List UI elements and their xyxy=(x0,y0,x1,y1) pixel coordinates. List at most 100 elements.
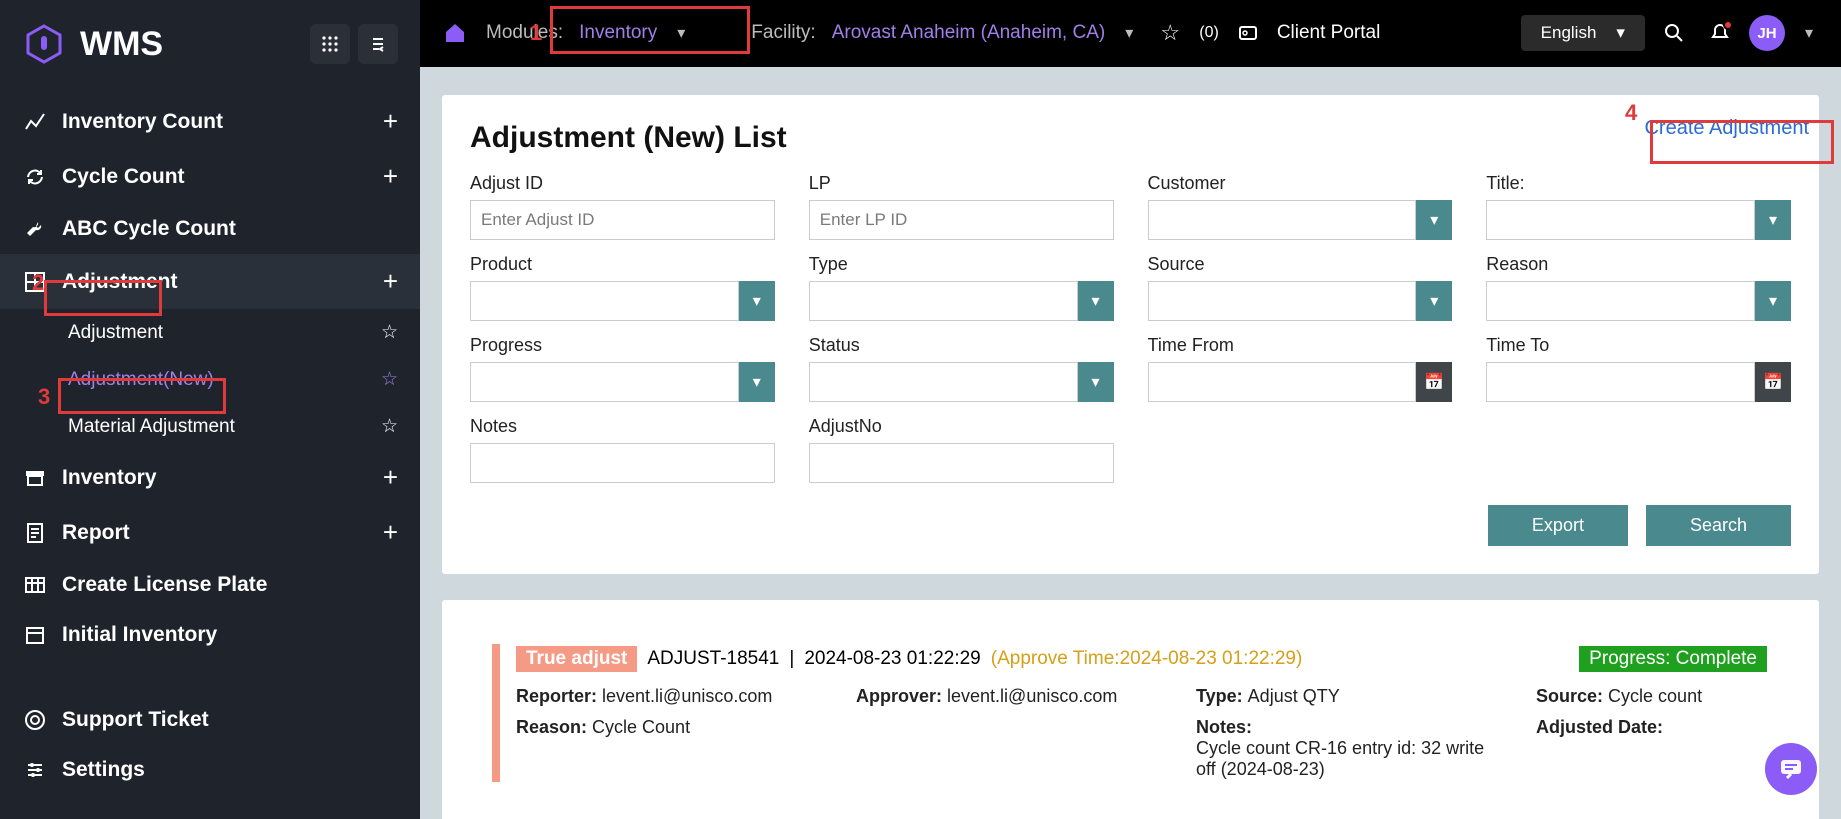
app-logo: WMS xyxy=(22,22,163,66)
notes-label-detail: Notes: xyxy=(1196,717,1252,737)
sidebar-item-label: Inventory Count xyxy=(62,110,223,134)
language-select[interactable]: English ▾ xyxy=(1521,15,1645,51)
chevron-down-icon[interactable]: ▾ xyxy=(1416,281,1452,321)
collapse-sidebar-button[interactable] xyxy=(358,24,398,64)
sidebar-item-inventory[interactable]: Inventory + xyxy=(0,450,420,505)
sidebar-item-label: Report xyxy=(62,521,130,545)
lp-input[interactable] xyxy=(809,200,1114,240)
status-select[interactable] xyxy=(809,362,1078,402)
expand-icon[interactable]: + xyxy=(383,517,398,548)
time-from-label: Time From xyxy=(1148,335,1453,356)
true-adjust-badge: True adjust xyxy=(516,646,637,672)
chevron-down-icon: ▾ xyxy=(1616,23,1625,43)
sidebar-sub-adjustment[interactable]: Adjustment ☆ xyxy=(0,309,420,356)
type-select[interactable] xyxy=(809,281,1078,321)
chevron-down-icon[interactable]: ▾ xyxy=(1755,281,1791,321)
grid-toggle-button[interactable] xyxy=(310,24,350,64)
title-select[interactable] xyxy=(1486,200,1755,240)
favorites-count: (0) xyxy=(1199,24,1219,42)
sidebar-item-initial-inventory[interactable]: Initial Inventory xyxy=(0,610,420,660)
source-select[interactable] xyxy=(1148,281,1417,321)
type-label-detail: Type: xyxy=(1196,686,1248,706)
chevron-down-icon[interactable]: ▾ xyxy=(739,362,775,402)
annotation-box-4 xyxy=(1650,120,1834,164)
home-icon[interactable] xyxy=(440,18,470,48)
notes-value: Cycle count CR-16 entry id: 32 write off… xyxy=(1196,738,1484,779)
chat-fab[interactable] xyxy=(1765,743,1817,795)
reason-select[interactable] xyxy=(1486,281,1755,321)
facility-label: Facility: xyxy=(751,22,815,44)
sidebar-item-label: Initial Inventory xyxy=(62,623,217,647)
sidebar-item-inventory-count[interactable]: Inventory Count + xyxy=(0,94,420,149)
export-button[interactable]: Export xyxy=(1488,505,1628,546)
chart-line-icon xyxy=(22,109,48,135)
notification-dot xyxy=(1723,20,1733,30)
product-label: Product xyxy=(470,254,775,275)
expand-icon[interactable]: + xyxy=(383,161,398,192)
sidebar-item-settings[interactable]: Settings xyxy=(0,745,420,795)
expand-icon[interactable]: + xyxy=(383,106,398,137)
star-icon[interactable]: ☆ xyxy=(381,415,398,438)
sidebar-item-label: ABC Cycle Count xyxy=(62,217,236,241)
progress-select[interactable] xyxy=(470,362,739,402)
adjust-id-input[interactable] xyxy=(470,200,775,240)
chevron-down-icon[interactable]: ▾ xyxy=(1805,23,1813,43)
sidebar-item-support-ticket[interactable]: Support Ticket xyxy=(0,695,420,745)
approve-time-value: (Approve Time:2024-08-23 01:22:29) xyxy=(991,648,1303,670)
adjustment-card[interactable]: True adjust ADJUST-18541 | 2024-08-23 01… xyxy=(464,622,1797,804)
star-icon[interactable]: ☆ xyxy=(381,368,398,391)
sidebar-item-abc-cycle-count[interactable]: ABC Cycle Count xyxy=(0,204,420,254)
client-portal-link[interactable]: Client Portal xyxy=(1277,22,1381,44)
search-icon[interactable] xyxy=(1657,16,1691,50)
sidebar-item-report[interactable]: Report + xyxy=(0,505,420,560)
chevron-down-icon[interactable]: ▾ xyxy=(1125,23,1133,43)
customer-select[interactable] xyxy=(1148,200,1417,240)
approver-value: levent.li@unisco.com xyxy=(947,686,1117,706)
notes-input[interactable] xyxy=(470,443,775,483)
search-button[interactable]: Search xyxy=(1646,505,1791,546)
chevron-down-icon[interactable]: ▾ xyxy=(739,281,775,321)
annotation-2: 2 xyxy=(32,270,44,296)
chevron-down-icon[interactable]: ▾ xyxy=(1078,281,1114,321)
document-icon xyxy=(22,520,48,546)
sidebar-item-label: Settings xyxy=(62,758,145,782)
time-from-input[interactable] xyxy=(1148,362,1417,402)
adjust-no-input[interactable] xyxy=(809,443,1114,483)
star-outline-icon[interactable]: ☆ xyxy=(1153,16,1187,50)
star-icon[interactable]: ☆ xyxy=(381,321,398,344)
source-label: Source xyxy=(1148,254,1453,275)
user-avatar[interactable]: JH xyxy=(1749,15,1785,51)
reason-label-detail: Reason: xyxy=(516,717,592,737)
reason-label: Reason xyxy=(1486,254,1791,275)
sidebar-sub-label: Material Adjustment xyxy=(68,416,235,438)
customer-label: Customer xyxy=(1148,173,1453,194)
time-to-input[interactable] xyxy=(1486,362,1755,402)
annotation-box-2 xyxy=(44,280,162,316)
lifebuoy-icon xyxy=(22,707,48,733)
annotation-box-1 xyxy=(550,6,750,54)
logo-icon xyxy=(22,22,66,66)
sidebar-item-create-license-plate[interactable]: Create License Plate xyxy=(0,560,420,610)
bell-icon[interactable] xyxy=(1703,16,1737,50)
filter-panel: Adjustment (New) List Create Adjustment … xyxy=(442,95,1819,574)
sidebar-item-label: Cycle Count xyxy=(62,165,185,189)
chevron-down-icon[interactable]: ▾ xyxy=(1078,362,1114,402)
chevron-down-icon[interactable]: ▾ xyxy=(1416,200,1452,240)
status-label: Status xyxy=(809,335,1114,356)
sidebar-item-label: Support Ticket xyxy=(62,708,209,732)
notes-label: Notes xyxy=(470,416,775,437)
sidebar-item-cycle-count[interactable]: Cycle Count + xyxy=(0,149,420,204)
calendar-icon[interactable]: 📅 xyxy=(1755,362,1791,402)
calendar-icon xyxy=(22,622,48,648)
language-value: English xyxy=(1541,23,1597,43)
calendar-icon[interactable]: 📅 xyxy=(1416,362,1452,402)
expand-icon[interactable]: + xyxy=(383,266,398,297)
product-select[interactable] xyxy=(470,281,739,321)
wrench-icon xyxy=(22,216,48,242)
annotation-3: 3 xyxy=(38,384,50,410)
badge-icon[interactable] xyxy=(1231,16,1265,50)
reason-value: Cycle Count xyxy=(592,717,690,737)
chevron-down-icon[interactable]: ▾ xyxy=(1755,200,1791,240)
expand-icon[interactable]: + xyxy=(383,462,398,493)
facility-value[interactable]: Arovast Anaheim (Anaheim, CA) xyxy=(832,22,1106,44)
